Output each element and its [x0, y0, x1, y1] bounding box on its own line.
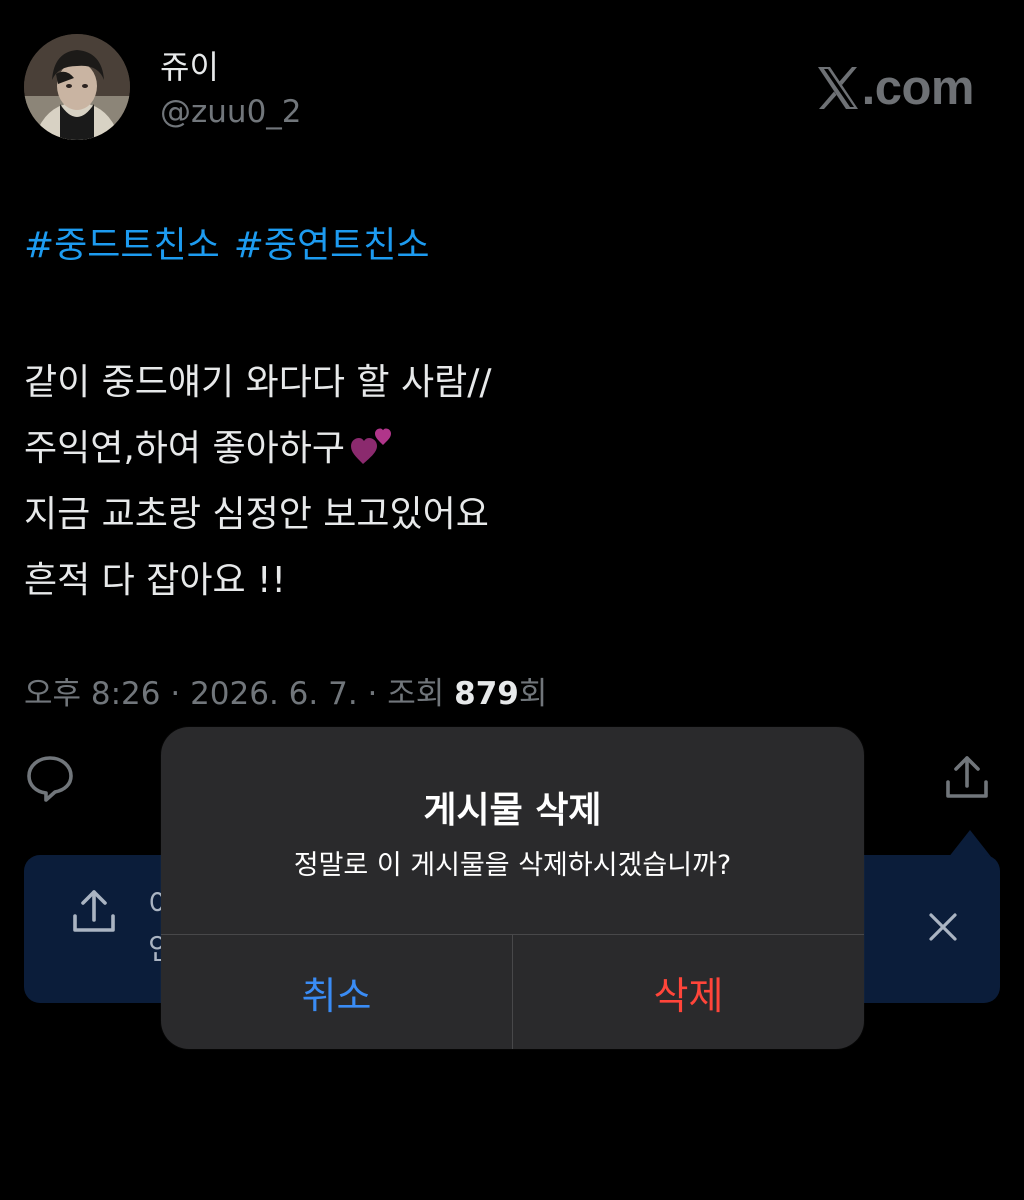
tweet-line: 같이 중드얘기 와다다 할 사람// [24, 362, 492, 403]
tweet-line: 지금 교초랑 심정안 보고있어요 [24, 494, 489, 535]
view-count-suffix: 회 [518, 676, 548, 712]
x-logo-icon [817, 67, 858, 109]
hashtag-link[interactable]: #중연트친소 [234, 216, 430, 268]
hashtag-row: #중드트친소 #중연트친소 [24, 216, 430, 268]
share-icon [68, 886, 120, 938]
two-hearts-emoji-icon [349, 426, 395, 466]
reply-icon[interactable] [24, 752, 76, 804]
tweet-screen: 쥬이 @zuu0_2 .com #중드트친소 #중연트친소 같이 중드얘기 와다다… [0, 0, 1024, 1200]
x-com-watermark: .com [816, 60, 975, 116]
display-name[interactable]: 쥬이 [160, 42, 219, 88]
cancel-button[interactable]: 취소 [161, 935, 512, 1049]
close-icon[interactable] [922, 906, 964, 948]
tweet-line: 주익연,하여 좋아하구 [24, 416, 491, 482]
brand-domain-text: .com [861, 61, 975, 115]
toast-caret [948, 830, 992, 858]
tweet-text: 같이 중드얘기 와다다 할 사람// 주익연,하여 좋아하구 지금 교초랑 심정… [24, 350, 491, 614]
profile-photo-icon [24, 34, 130, 140]
delete-post-dialog: 게시물 삭제 정말로 이 게시물을 삭제하시겠습니까? 취소 삭제 [161, 727, 864, 1049]
avatar[interactable] [24, 34, 130, 140]
delete-button[interactable]: 삭제 [513, 935, 864, 1049]
hashtag-link[interactable]: #중드트친소 [24, 216, 220, 268]
share-icon[interactable] [941, 752, 993, 804]
dialog-message: 정말로 이 게시물을 삭제하시겠습니까? [293, 850, 732, 881]
dialog-title: 게시물 삭제 [423, 790, 602, 831]
tweet-line: 흔적 다 잡아요 !! [24, 560, 286, 601]
view-count: 879 [454, 676, 519, 712]
tweet-meta: 오후 8:26 · 2026. 6. 7. · 조회 879회 [24, 668, 547, 713]
user-handle[interactable]: @zuu0_2 [160, 94, 302, 130]
timestamp-text: 오후 8:26 · 2026. 6. 7. · 조회 [24, 676, 455, 712]
tweet-line-text: 주익연,하여 좋아하구 [24, 428, 345, 469]
